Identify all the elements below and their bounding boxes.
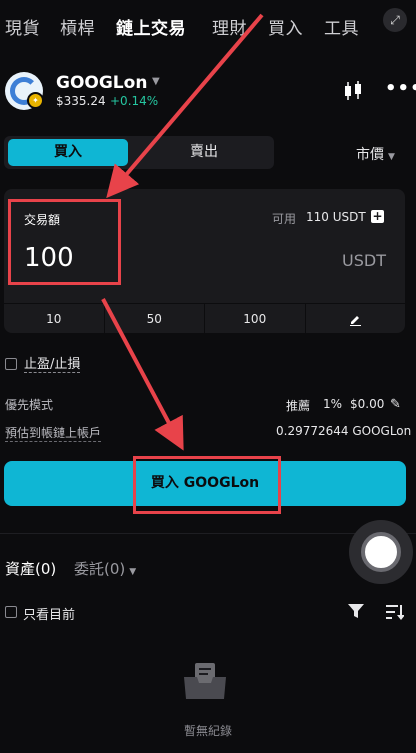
annotation-arrow: [106, 13, 264, 199]
filter-row: 只看目前: [5, 603, 411, 623]
sort-icon[interactable]: [386, 603, 404, 621]
floating-assistive-button[interactable]: [349, 520, 413, 584]
annotation-arrows: [101, 13, 264, 451]
tab-orders[interactable]: 委託(0) ▼: [74, 558, 136, 579]
chevron-down-icon: ▼: [129, 567, 137, 577]
tab-assets[interactable]: 資產(0): [5, 558, 56, 579]
current-only-checkbox[interactable]: [5, 606, 17, 618]
current-only-label: 只看目前: [23, 608, 76, 623]
tab-orders-label: 委託(0): [74, 560, 126, 578]
empty-box-icon: [184, 663, 226, 699]
filter-icon[interactable]: [348, 603, 364, 619]
empty-state-text: 暫無紀錄: [183, 724, 232, 738]
annotation-arrow: [101, 298, 184, 451]
assistive-touch-icon: [361, 532, 401, 572]
